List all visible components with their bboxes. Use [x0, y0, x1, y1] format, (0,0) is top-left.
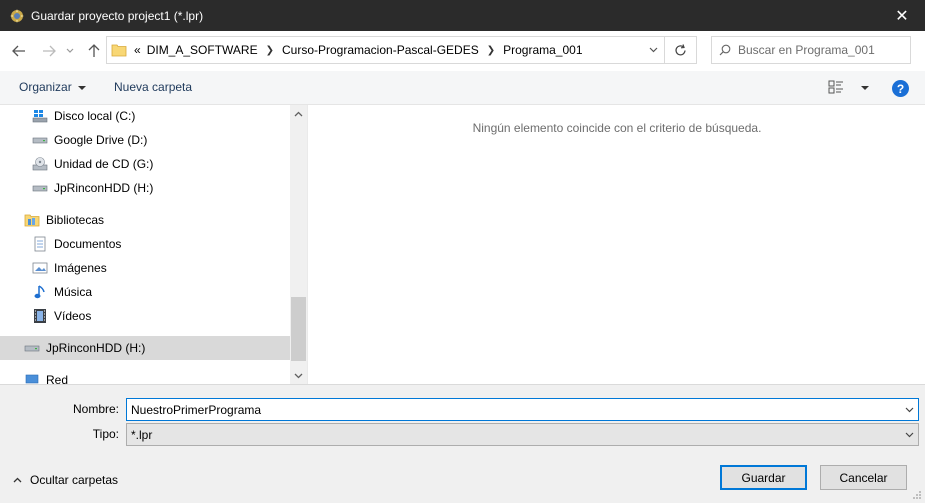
help-button[interactable]: ? [892, 80, 909, 97]
file-type-select[interactable]: *.lpr [126, 423, 919, 446]
cd-drive-icon [32, 156, 48, 172]
close-button[interactable]: ✕ [879, 0, 925, 31]
back-arrow-icon [12, 45, 25, 57]
lazarus-app-icon [9, 8, 25, 24]
change-view-button[interactable] [828, 80, 844, 94]
documents-icon [32, 236, 48, 252]
chevron-down-icon [905, 432, 913, 437]
new-folder-button[interactable]: Nueva carpeta [114, 80, 192, 94]
drive-icon [32, 132, 48, 148]
toolbar: Organizar Nueva carpeta [0, 71, 925, 105]
recent-locations-button[interactable] [62, 40, 78, 62]
nav-item-label: Unidad de CD (G:) [54, 157, 154, 171]
nav-item-jprinconhdd[interactable]: JpRinconHDD (H:) [0, 176, 290, 200]
scrollbar-thumb[interactable] [291, 297, 306, 361]
folder-icon [111, 43, 127, 57]
hide-folders-button[interactable]: Ocultar carpetas [13, 473, 118, 487]
search-box[interactable] [711, 36, 911, 64]
videos-icon [32, 308, 48, 324]
save-form: Nombre: Tipo: *.lpr Ocultar carpetas Gua… [0, 384, 925, 503]
view-options-icon [828, 80, 843, 94]
nav-item-documentos[interactable]: Documentos [0, 232, 290, 256]
nav-item-label: Red [46, 373, 69, 384]
breadcrumb-overflow[interactable]: « [131, 43, 144, 57]
new-folder-label: Nueva carpeta [114, 80, 193, 94]
nav-item-label: Google Drive (D:) [54, 133, 148, 147]
nav-item-label: JpRinconHDD (H:) [54, 181, 154, 195]
refresh-button[interactable] [664, 37, 696, 63]
window-title: Guardar proyecto project1 (*.lpr) [31, 8, 204, 23]
empty-results-message: Ningún elemento coincide con el criterio… [472, 121, 762, 135]
breadcrumb-item[interactable]: Curso-Programacion-Pascal-GEDES [279, 43, 482, 57]
filename-input[interactable] [127, 402, 900, 417]
network-icon [24, 372, 40, 384]
nav-item-label: Música [54, 285, 93, 299]
organize-label: Organizar [19, 80, 72, 94]
nav-item-unidad-cd[interactable]: Unidad de CD (G:) [0, 152, 290, 176]
file-type-dropdown-button[interactable] [900, 432, 918, 438]
search-input[interactable] [738, 43, 898, 57]
nav-item-label: Documentos [54, 237, 122, 251]
search-icon [712, 44, 738, 56]
nav-item-videos[interactable]: Vídeos [0, 304, 290, 328]
address-bar[interactable]: « DIM_A_SOFTWARE ❯ Curso-Programacion-Pa… [106, 36, 697, 64]
music-icon [32, 284, 48, 300]
up-button[interactable] [83, 40, 105, 62]
type-label: Tipo: [92, 427, 119, 441]
forward-button[interactable] [38, 40, 60, 62]
navigation-pane[interactable]: Disco local (C:) Google Drive (D:) Unida… [0, 105, 290, 384]
nav-pane-scrollbar[interactable] [290, 105, 307, 384]
address-history-button[interactable] [642, 37, 664, 63]
title-bar: Guardar proyecto project1 (*.lpr) ✕ [0, 0, 925, 31]
organize-button[interactable]: Organizar [19, 80, 86, 94]
save-button[interactable]: Guardar [720, 465, 807, 490]
nav-item-bibliotecas[interactable]: Bibliotecas [0, 208, 290, 232]
chevron-up-icon [294, 111, 303, 116]
nav-item-jprinconhdd-selected[interactable]: JpRinconHDD (H:) [0, 336, 290, 360]
filename-dropdown-button[interactable] [900, 407, 918, 413]
forward-arrow-icon [43, 45, 56, 57]
chevron-down-icon [66, 48, 74, 53]
nav-item-disco-local[interactable]: Disco local (C:) [0, 105, 290, 128]
chevron-up-icon [13, 477, 22, 483]
breadcrumb-item[interactable]: Programa_001 [500, 43, 585, 57]
chevron-right-icon[interactable]: ❯ [261, 45, 279, 56]
nav-item-label: JpRinconHDD (H:) [46, 341, 146, 355]
nav-item-label: Disco local (C:) [54, 109, 136, 123]
scroll-down-button[interactable] [290, 367, 307, 384]
drive-icon [24, 340, 40, 356]
nav-item-google-drive[interactable]: Google Drive (D:) [0, 128, 290, 152]
file-type-value: *.lpr [131, 427, 153, 442]
breadcrumb-item[interactable]: DIM_A_SOFTWARE [144, 43, 261, 57]
libraries-icon [24, 212, 40, 228]
name-label: Nombre: [72, 402, 119, 416]
nav-item-musica[interactable]: Música [0, 280, 290, 304]
nav-item-label: Imágenes [54, 261, 107, 275]
nav-item-imagenes[interactable]: Imágenes [0, 256, 290, 280]
caret-down-icon [77, 85, 86, 90]
cancel-button[interactable]: Cancelar [820, 465, 907, 490]
chevron-down-icon [905, 407, 913, 412]
file-list-pane[interactable]: Ningún elemento coincide con el criterio… [307, 105, 925, 384]
chevron-down-icon [649, 47, 657, 53]
nav-item-label: Bibliotecas [46, 213, 105, 227]
nav-item-red[interactable]: Red [0, 368, 290, 384]
scroll-up-button[interactable] [290, 105, 307, 122]
windows-drive-icon [32, 108, 48, 124]
back-button[interactable] [8, 40, 30, 62]
hide-folders-label: Ocultar carpetas [30, 473, 119, 487]
view-menu-caret-icon[interactable] [861, 86, 869, 90]
pictures-icon [32, 260, 48, 276]
drive-icon [32, 180, 48, 196]
nav-item-label: Vídeos [54, 309, 92, 323]
filename-combobox[interactable] [126, 398, 919, 421]
close-icon: ✕ [895, 7, 909, 25]
help-icon: ? [896, 81, 905, 96]
up-arrow-icon [88, 44, 100, 57]
refresh-icon [675, 43, 686, 55]
chevron-down-icon [294, 373, 303, 378]
resize-grip-icon[interactable] [912, 490, 922, 500]
breadcrumb: « DIM_A_SOFTWARE ❯ Curso-Programacion-Pa… [107, 37, 642, 63]
chevron-right-icon[interactable]: ❯ [482, 45, 500, 56]
